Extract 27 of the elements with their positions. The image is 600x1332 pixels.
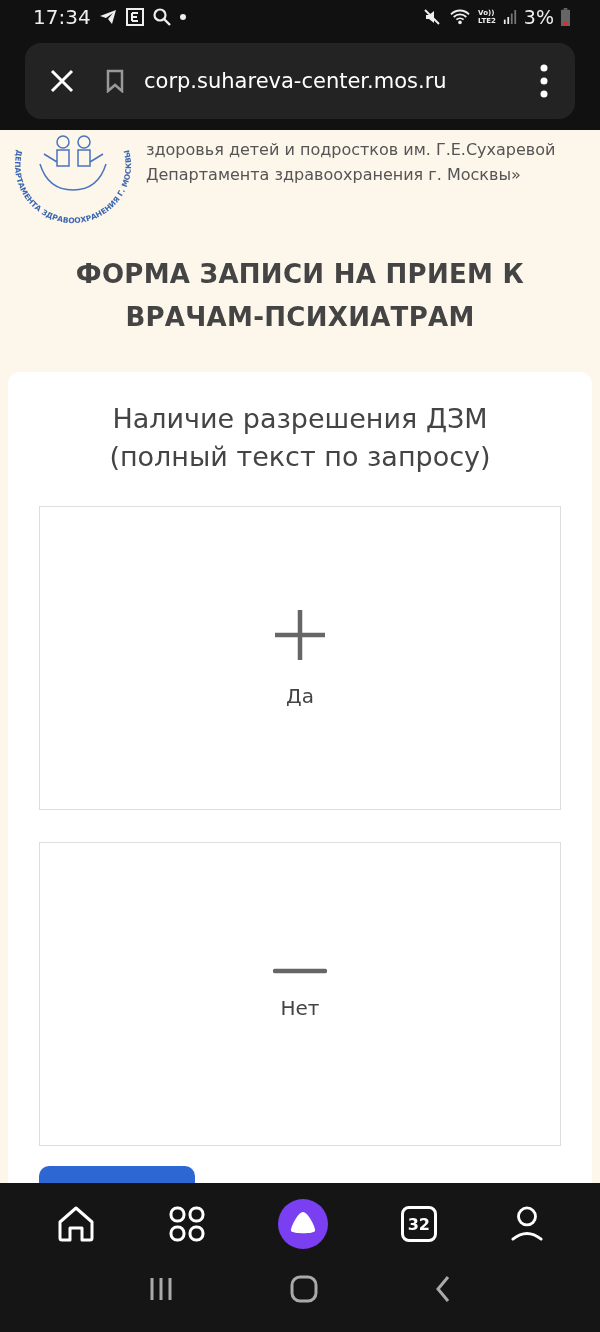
form-title: ФОРМА ЗАПИСИ НА ПРИЕМ К ВРАЧАМ-ПСИХИАТРАМ [74, 258, 526, 334]
home-button-icon[interactable] [289, 1273, 319, 1304]
assistant-icon[interactable] [278, 1199, 328, 1249]
signal-icon [502, 8, 517, 26]
profile-icon[interactable] [509, 1205, 544, 1243]
answer-option[interactable]: Да [39, 506, 561, 810]
question-text: Наличие разрешения ДЗМ (полный текст по запросу) [108, 402, 492, 474]
plus-icon [273, 608, 327, 662]
address-bar[interactable]: corp.suhareva-center.mos.ru [25, 43, 575, 119]
url-text: corp.suhareva-center.mos.ru [144, 69, 448, 93]
tabs-counter[interactable]: 32 [400, 1206, 437, 1242]
org-name-line: Департамента здравоохранения г. Москвы» [146, 165, 522, 184]
more-icon[interactable] [540, 64, 548, 98]
org-name-line: здоровья детей и подростков им. Г.Е.Сухаревой [146, 140, 556, 159]
minus-icon [273, 968, 327, 974]
dot-icon [178, 13, 187, 21]
answer-option[interactable]: Нет [39, 842, 561, 1146]
search-icon [151, 7, 172, 27]
letter-e-icon [124, 7, 145, 27]
battery-percent: 3% [523, 6, 554, 28]
apps-icon[interactable] [169, 1206, 206, 1242]
bookmark-icon[interactable] [105, 69, 125, 93]
close-icon[interactable] [49, 68, 75, 94]
battery-icon [561, 8, 570, 26]
clock: 17:34 [33, 5, 91, 29]
wifi-icon [449, 8, 472, 26]
home-icon[interactable] [56, 1204, 97, 1244]
